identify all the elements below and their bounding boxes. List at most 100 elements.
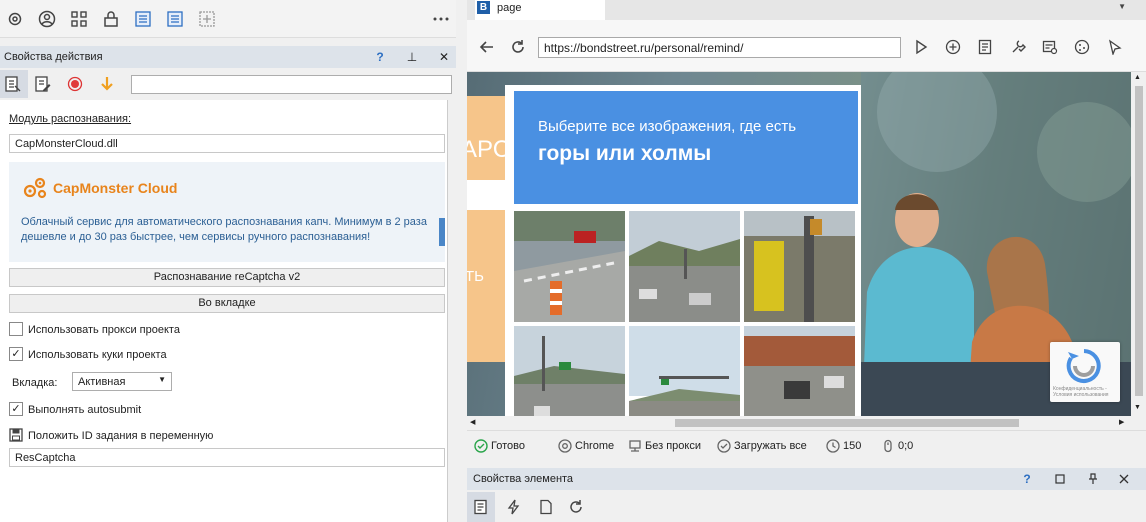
status-proxy-text: Без прокси: [645, 440, 701, 452]
pin-icon[interactable]: [1087, 473, 1099, 485]
status-proxy[interactable]: Без прокси: [628, 439, 708, 453]
captcha-tile[interactable]: [514, 211, 625, 322]
status-load[interactable]: Загружать все: [717, 439, 817, 453]
back-icon[interactable]: [479, 39, 495, 55]
status-coords: 0;0: [881, 439, 931, 453]
captcha-instruction-line: Выберите все изображения, где есть: [538, 118, 797, 135]
captcha-tile[interactable]: [744, 326, 855, 416]
use-proxy-checkbox[interactable]: [9, 322, 23, 336]
tab-list-chevron-icon[interactable]: ▼: [1118, 2, 1126, 11]
scroll-right-icon[interactable]: ▶: [1119, 418, 1124, 426]
properties-tab-button[interactable]: [0, 70, 28, 98]
element-list-icon: [474, 499, 487, 515]
grid-icon[interactable]: [70, 10, 88, 28]
captcha-tile[interactable]: [744, 211, 855, 322]
lightning-icon[interactable]: [506, 499, 522, 515]
use-proxy-row[interactable]: Использовать прокси проекта: [9, 322, 209, 338]
site-form-card: АРС ТЬ: [467, 96, 510, 362]
element-properties-header: Свойства элемента ?: [467, 468, 1146, 490]
edit-list-icon[interactable]: [34, 75, 52, 93]
status-timeout[interactable]: 150: [826, 439, 876, 453]
use-cookies-checkbox[interactable]: ✓: [9, 347, 23, 361]
scroll-down-icon[interactable]: ▼: [1134, 404, 1141, 411]
status-timeout-text: 150: [843, 440, 862, 452]
list-icon[interactable]: [134, 10, 152, 28]
properties-search-input[interactable]: [131, 75, 452, 94]
horizontal-scroll-thumb[interactable]: [675, 419, 1019, 427]
document-icon[interactable]: [538, 499, 554, 515]
element-help-button[interactable]: ?: [1019, 471, 1035, 487]
element-properties-tab[interactable]: [467, 492, 495, 522]
element-properties-title: Свойства элемента: [473, 473, 574, 485]
captcha-tile[interactable]: [629, 211, 740, 322]
scroll-up-icon[interactable]: ▲: [1134, 74, 1141, 81]
tab-label: Вкладка:: [12, 377, 58, 389]
add-frame-icon[interactable]: [198, 10, 216, 28]
capmonster-link-strip[interactable]: [439, 218, 445, 246]
reload-icon[interactable]: [510, 39, 526, 55]
settings-icon[interactable]: [6, 10, 24, 28]
save-id-row: Положить ID задания в переменную: [9, 428, 269, 444]
main-toolbar: [0, 0, 456, 38]
form-settings-icon[interactable]: [1042, 39, 1058, 55]
action-properties-tools: [0, 70, 456, 98]
site-favicon-icon: B: [477, 1, 490, 14]
chrome-icon: [558, 439, 572, 453]
recaptcha-badge[interactable]: Конфиденциальность - Условия использован…: [1050, 342, 1120, 402]
vertical-scrollbar[interactable]: ▲ ▼: [1131, 72, 1146, 416]
network-icon: [629, 440, 641, 452]
autosubmit-row[interactable]: ✓ Выполнять autosubmit: [9, 402, 209, 418]
add-tab-icon[interactable]: [945, 39, 961, 55]
browser-tab-title: page: [497, 2, 522, 14]
help-button[interactable]: ?: [372, 49, 388, 65]
status-coords-text: 0;0: [898, 440, 914, 452]
close-button[interactable]: ✕: [436, 49, 452, 65]
mouse-icon: [884, 439, 892, 453]
action-properties-body: Модуль распознавания: CapMonsterCloud.dl…: [0, 100, 448, 522]
status-ready-text: Готово: [491, 440, 525, 452]
url-input[interactable]: https://bondstreet.ru/personal/remind/: [538, 37, 901, 58]
site-email-input[interactable]: [467, 180, 507, 210]
save-id-label: Положить ID задания в переменную: [28, 430, 214, 442]
recaptcha-challenge: Выберите все изображения, где есть горы …: [505, 85, 861, 416]
site-button-fragment[interactable]: ТЬ: [467, 268, 484, 285]
lock-icon[interactable]: [102, 10, 120, 28]
go-icon[interactable]: [913, 39, 929, 55]
use-cookies-row[interactable]: ✓ Использовать куки проекта: [9, 347, 209, 363]
tab-select[interactable]: Активная ▼: [72, 372, 172, 391]
browser-tab-page[interactable]: B page: [475, 0, 605, 20]
tools-icon[interactable]: [1010, 39, 1026, 55]
list-alt-icon[interactable]: [166, 10, 184, 28]
close-icon[interactable]: [1119, 474, 1129, 484]
module-field[interactable]: CapMonsterCloud.dll: [9, 134, 445, 153]
cursor-icon[interactable]: [1107, 39, 1123, 55]
pin-button[interactable]: ⊥: [404, 49, 420, 65]
maximize-icon[interactable]: [1055, 474, 1065, 484]
status-browser[interactable]: Chrome: [558, 439, 628, 453]
autosubmit-checkbox[interactable]: ✓: [9, 402, 23, 416]
horizontal-scrollbar[interactable]: ◀ ▶: [467, 416, 1131, 430]
recaptcha-mode-button[interactable]: Распознавание reCaptcha v2: [9, 268, 445, 287]
refresh-icon[interactable]: [568, 499, 584, 515]
autosubmit-label: Выполнять autosubmit: [28, 404, 142, 416]
captcha-tile[interactable]: [514, 326, 625, 416]
action-properties-header: Свойства действия ? ⊥ ✕: [0, 46, 456, 68]
user-icon[interactable]: [38, 10, 56, 28]
record-icon[interactable]: [66, 75, 84, 93]
captcha-tile[interactable]: [629, 326, 740, 416]
arrow-down-icon[interactable]: [98, 75, 116, 93]
action-properties-title: Свойства действия: [4, 51, 103, 63]
browser-viewport[interactable]: АРС ТЬ Выберите все изображения, где ест…: [467, 72, 1131, 416]
chevron-down-icon: ▼: [158, 375, 166, 384]
save-id-field[interactable]: ResCaptcha: [9, 448, 445, 467]
in-tab-button[interactable]: Во вкладке: [9, 294, 445, 313]
module-label: Модуль распознавания:: [9, 113, 132, 125]
scroll-left-icon[interactable]: ◀: [470, 418, 475, 426]
element-properties-tools: [467, 492, 1146, 522]
more-icon[interactable]: [432, 10, 450, 28]
capmonster-title: CapMonster Cloud: [53, 180, 178, 196]
vertical-scroll-thumb[interactable]: [1135, 86, 1143, 396]
page-source-icon[interactable]: [977, 39, 993, 55]
check-circle-icon: [474, 439, 488, 453]
cookies-icon[interactable]: [1074, 39, 1090, 55]
